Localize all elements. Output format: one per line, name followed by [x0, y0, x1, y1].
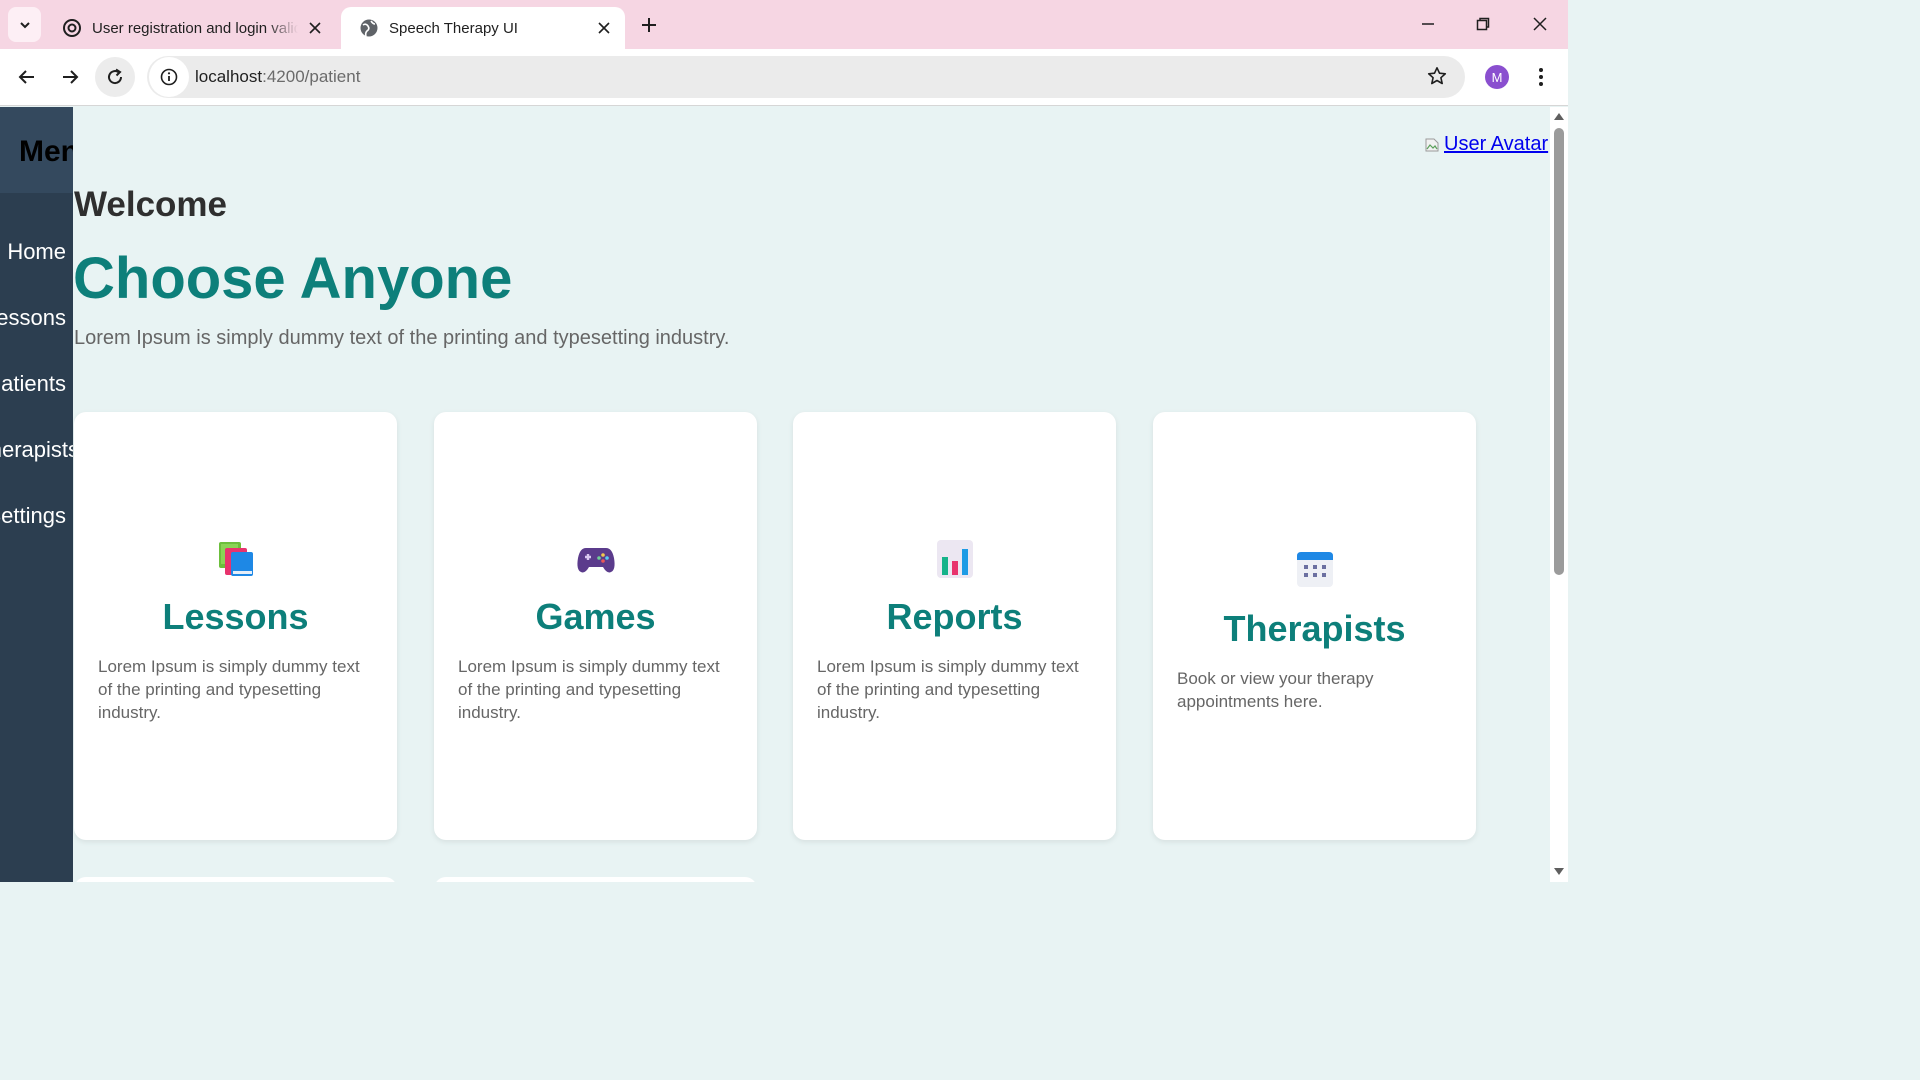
arrow-right-icon — [63, 70, 79, 84]
sidebar-header: Menu — [0, 107, 73, 193]
card-title: Reports — [886, 596, 1023, 637]
url-host: localhost — [195, 67, 263, 86]
bar-chart-icon — [793, 539, 1116, 579]
sidebar-item-settings[interactable]: Settings — [0, 503, 66, 529]
scroll-up-arrow-icon[interactable] — [1553, 111, 1565, 121]
minimize-icon — [1422, 23, 1434, 25]
card-therapists[interactable]: Therapists Book or view your therapy app… — [1153, 412, 1476, 840]
browser-tab-registration[interactable]: User registration and login validation — [44, 7, 336, 49]
restore-icon — [1476, 17, 1490, 31]
books-icon — [74, 540, 397, 578]
sidebar-item-therapists[interactable]: Therapists — [0, 437, 73, 463]
window-close-button[interactable] — [1520, 8, 1560, 40]
browser-tabstrip: User registration and login validation S… — [0, 0, 1568, 49]
profile-avatar[interactable]: M — [1485, 65, 1509, 89]
scrollbar-thumb[interactable] — [1554, 128, 1564, 575]
user-avatar-alt-text: User Avatar — [1444, 133, 1549, 155]
close-icon[interactable] — [595, 19, 613, 37]
tab-search-button[interactable] — [8, 7, 41, 42]
sidebar-title: Menu — [19, 135, 73, 168]
card-next-row — [74, 877, 397, 882]
card-description: Lorem Ipsum is simply dummy text of the … — [98, 657, 360, 722]
site-info-icon[interactable] — [149, 57, 189, 97]
sidebar-item-lessons[interactable]: Lessons — [0, 305, 66, 331]
sidebar-item-home[interactable]: Home — [7, 239, 66, 265]
url-text[interactable]: localhost:4200/patient — [195, 67, 360, 87]
url-path: :4200/patient — [262, 67, 361, 86]
card-description: Lorem Ipsum is simply dummy text of the … — [817, 657, 1079, 722]
globe-icon — [359, 18, 379, 38]
card-next-row — [434, 877, 757, 882]
more-menu-icon[interactable] — [1530, 63, 1552, 91]
restore-button[interactable] — [1463, 8, 1503, 40]
plus-icon — [642, 18, 656, 32]
page-subtitle: Lorem Ipsum is simply dummy text of the … — [74, 327, 730, 349]
welcome-heading: Welcome — [74, 185, 228, 224]
page-scrollbar[interactable] — [1550, 107, 1568, 882]
back-button[interactable] — [7, 57, 47, 97]
card-title: Games — [535, 596, 656, 637]
page-viewport: Menu Home Lessons Patients Therapists Se… — [0, 107, 1550, 882]
card-title: Lessons — [162, 596, 309, 637]
card-description: Lorem Ipsum is simply dummy text of the … — [458, 657, 720, 722]
reload-icon — [108, 68, 123, 85]
user-avatar-link[interactable]: User Avatar — [1424, 133, 1548, 156]
calendar-icon — [1153, 550, 1476, 588]
game-controller-icon — [434, 544, 757, 576]
address-bar[interactable]: localhost:4200/patient — [147, 56, 1465, 98]
tab-title: Speech Therapy UI — [389, 19, 518, 37]
page-title: Choose Anyone — [73, 246, 513, 311]
browser-toolbar: localhost:4200/patient M — [0, 49, 1568, 106]
card-title: Therapists — [1223, 608, 1406, 649]
card-lessons[interactable]: Lessons Lorem Ipsum is simply dummy text… — [74, 412, 397, 840]
minimize-button[interactable] — [1408, 8, 1448, 40]
new-tab-button[interactable] — [636, 12, 662, 38]
bookmark-star-icon[interactable] — [1427, 66, 1447, 91]
reload-button[interactable] — [95, 57, 135, 97]
chevron-down-icon — [19, 21, 30, 28]
broken-image-icon — [1425, 138, 1439, 151]
tab-title: User registration and login validation — [92, 19, 298, 37]
openai-icon — [62, 18, 82, 38]
card-games[interactable]: Games Lorem Ipsum is simply dummy text o… — [434, 412, 757, 840]
card-reports[interactable]: Reports Lorem Ipsum is simply dummy text… — [793, 412, 1116, 840]
scroll-down-arrow-icon[interactable] — [1553, 867, 1565, 877]
sidebar-item-patients[interactable]: Patients — [0, 371, 66, 397]
close-icon[interactable] — [306, 19, 324, 37]
close-icon — [1533, 17, 1547, 31]
arrow-left-icon — [18, 70, 34, 84]
forward-button[interactable] — [50, 57, 90, 97]
sidebar: Menu Home Lessons Patients Therapists Se… — [0, 107, 73, 882]
card-description: Book or view your therapy appointments h… — [1177, 669, 1374, 711]
browser-tab-speech-therapy[interactable]: Speech Therapy UI — [341, 7, 625, 49]
